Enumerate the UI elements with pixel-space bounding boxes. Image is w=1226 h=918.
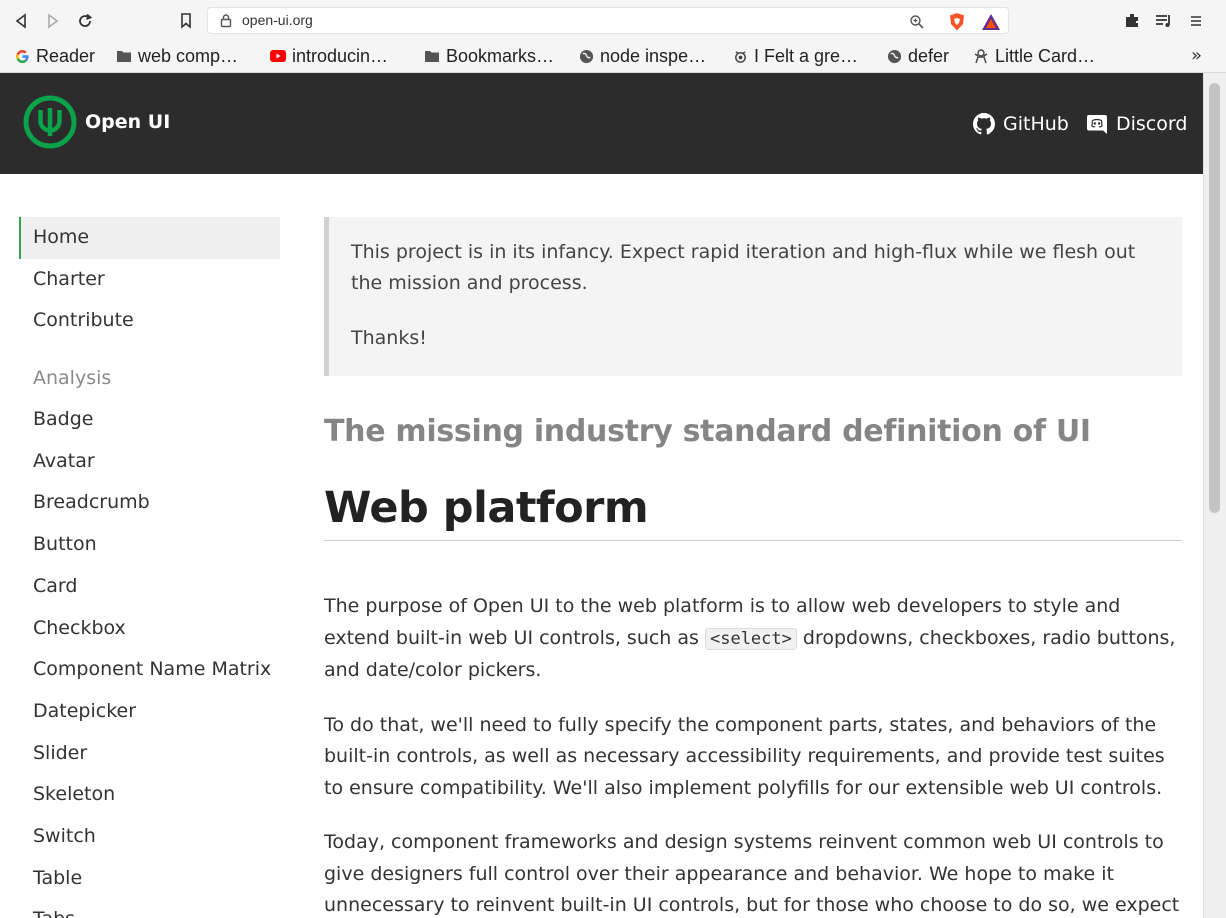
page-title: Web platform — [324, 482, 1182, 541]
specify-paragraph: To do that, we'll need to fully specify … — [324, 713, 1165, 799]
site-header: Open UI GitHub Discord — [0, 73, 1203, 174]
playlist-icon[interactable] — [1152, 9, 1176, 33]
discord-label: Discord — [1116, 113, 1188, 135]
tagline: The missing industry standard definition… — [324, 414, 1091, 449]
sidebar-section-analysis: Analysis — [33, 367, 112, 390]
site-icon — [732, 48, 748, 64]
bookmark-label: web comp… — [138, 45, 239, 66]
bookmark-little-cards[interactable]: Little Card… — [973, 42, 1095, 70]
address-bar[interactable]: open-ui.org — [207, 7, 1009, 34]
globe-icon — [578, 48, 594, 64]
bookmark-i-felt[interactable]: I Felt a gre… — [732, 42, 858, 70]
zoom-icon[interactable] — [907, 12, 927, 32]
sidebar-item-table[interactable]: Table — [19, 858, 280, 900]
url-text: open-ui.org — [242, 12, 313, 28]
bookmark-label: I Felt a gre… — [754, 45, 859, 66]
folder-icon — [116, 48, 132, 64]
sidebar-item-breadcrumb[interactable]: Breadcrumb — [19, 482, 280, 524]
sidebar-nav: Home Charter Contribute Analysis Badge A… — [19, 217, 280, 918]
sidebar-item-skeleton[interactable]: Skeleton — [19, 774, 280, 816]
menu-icon[interactable] — [1184, 9, 1208, 33]
notice-thanks: Thanks! — [351, 327, 427, 349]
brand-name[interactable]: Open UI — [85, 111, 170, 133]
purpose-paragraph: The purpose of Open UI to the web platfo… — [324, 591, 1182, 687]
scrollbar-thumb[interactable] — [1209, 83, 1220, 513]
sidebar-item-switch[interactable]: Switch — [19, 816, 280, 858]
google-icon — [14, 48, 30, 64]
brave-rewards-icon[interactable] — [981, 12, 1001, 32]
bookmark-label: node inspe… — [600, 45, 707, 66]
sidebar-item-charter[interactable]: Charter — [19, 259, 280, 301]
sidebar-item-badge[interactable]: Badge — [19, 399, 280, 441]
globe-icon — [886, 48, 902, 64]
sidebar-item-component-name-matrix[interactable]: Component Name Matrix — [19, 649, 280, 691]
bookmark-label: Reader — [36, 45, 96, 66]
site-icon — [973, 48, 989, 64]
bookmark-label: Little Card… — [995, 45, 1096, 66]
open-ui-logo[interactable] — [23, 95, 77, 149]
sidebar-item-datepicker[interactable]: Datepicker — [19, 691, 280, 733]
reload-icon[interactable] — [73, 9, 97, 33]
github-icon — [973, 113, 995, 135]
sidebar-item-tabs[interactable]: Tabs — [19, 899, 280, 918]
folder-icon — [424, 48, 440, 64]
discord-link[interactable]: Discord — [1086, 110, 1187, 138]
sidebar-item-slider[interactable]: Slider — [19, 733, 280, 775]
forward-icon[interactable] — [41, 9, 65, 33]
bookmark-reader[interactable]: Reader — [14, 42, 95, 70]
sidebar-item-avatar[interactable]: Avatar — [19, 441, 280, 483]
brave-shield-icon[interactable] — [947, 12, 967, 32]
bookmark-introducing[interactable]: introducin… — [270, 42, 388, 70]
bookmark-node-inspector[interactable]: node inspe… — [578, 42, 706, 70]
browser-toolbar: open-ui.org — [0, 0, 1226, 40]
bookmark-defer[interactable]: defer — [886, 42, 949, 70]
infancy-notice: This project is in its infancy. Expect r… — [324, 217, 1182, 376]
sidebar-item-contribute[interactable]: Contribute — [19, 300, 280, 342]
sidebar-item-home[interactable]: Home — [19, 217, 280, 259]
bookmark-web-components[interactable]: web comp… — [116, 42, 238, 70]
bookmark-label: Bookmarks… — [446, 45, 555, 66]
select-code: <select> — [704, 627, 797, 650]
sidebar-item-card[interactable]: Card — [19, 566, 280, 608]
back-icon[interactable] — [9, 9, 33, 33]
extensions-icon[interactable] — [1120, 9, 1144, 33]
sidebar-item-button[interactable]: Button — [19, 524, 280, 566]
bookmarks-bar: Reader web comp… introducin… Bookmarks… … — [0, 40, 1226, 73]
bookmark-icon[interactable] — [174, 9, 198, 33]
bookmark-bookmarks[interactable]: Bookmarks… — [424, 42, 554, 70]
youtube-icon — [270, 48, 286, 64]
bookmark-label: introducin… — [292, 45, 389, 66]
main-content: This project is in its infancy. Expect r… — [324, 217, 1182, 918]
discord-icon — [1086, 113, 1108, 135]
page-scrollbar[interactable] — [1203, 73, 1226, 918]
frameworks-paragraph: Today, component frameworks and design s… — [324, 831, 1180, 916]
sidebar-item-checkbox[interactable]: Checkbox — [19, 608, 280, 650]
more-bookmarks-button[interactable]: » — [1191, 45, 1202, 66]
bookmark-label: defer — [908, 45, 950, 66]
github-label: GitHub — [1003, 113, 1069, 135]
notice-text: This project is in its infancy. Expect r… — [351, 241, 1136, 294]
lock-icon — [220, 13, 232, 32]
github-link[interactable]: GitHub — [973, 110, 1069, 138]
